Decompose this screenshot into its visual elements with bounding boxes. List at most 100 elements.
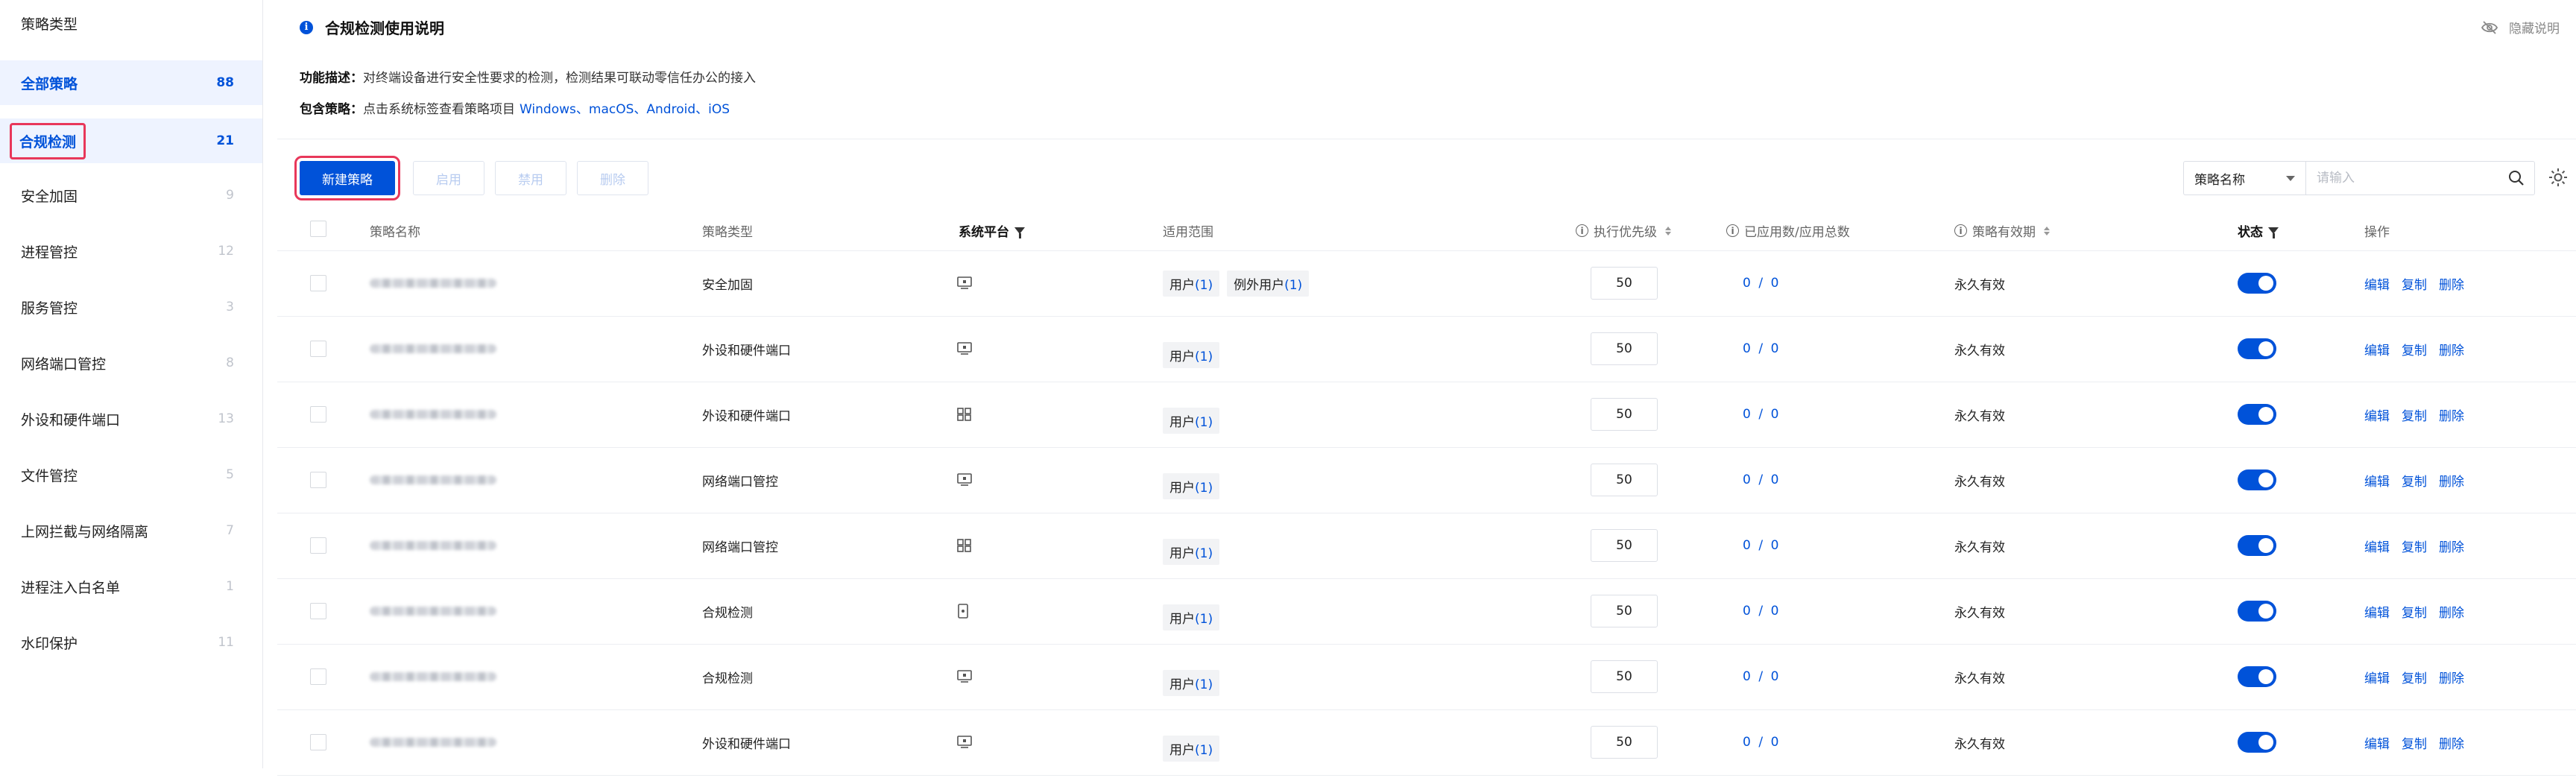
scope-user-tag[interactable]: 用户(1) bbox=[1163, 270, 1220, 297]
delete-button[interactable]: 删除 bbox=[577, 161, 648, 195]
status-toggle[interactable] bbox=[2238, 513, 2276, 578]
status-toggle[interactable] bbox=[2238, 382, 2276, 447]
edit-link[interactable]: 编辑 bbox=[2364, 405, 2390, 424]
applied-count[interactable]: 0 bbox=[1743, 341, 1751, 356]
status-toggle[interactable] bbox=[2238, 644, 2276, 709]
total-count[interactable]: 0 bbox=[1771, 341, 1779, 356]
sidebar-item[interactable]: 进程管控 12 bbox=[0, 229, 262, 273]
row-checkbox[interactable] bbox=[310, 709, 326, 775]
windows-icon[interactable] bbox=[957, 382, 972, 447]
info-circle-icon[interactable]: i bbox=[1954, 224, 1967, 237]
edit-link[interactable]: 编辑 bbox=[2364, 668, 2390, 686]
info-circle-icon[interactable]: i bbox=[1726, 224, 1739, 237]
total-count[interactable]: 0 bbox=[1771, 407, 1779, 422]
col-status[interactable]: 状态 bbox=[2238, 221, 2279, 240]
priority-field[interactable]: 50 bbox=[1591, 644, 1658, 709]
copy-link[interactable]: 复制 bbox=[2402, 405, 2427, 424]
copy-link[interactable]: 复制 bbox=[2402, 668, 2427, 686]
scope-user-tag[interactable]: 用户(1) bbox=[1163, 735, 1220, 762]
table-row[interactable]: 网络端口管控 用户(1) 50 0/0 永久有效 编辑 复制 删除 bbox=[277, 447, 2576, 513]
priority-field[interactable]: 50 bbox=[1591, 316, 1658, 382]
scope-user-tag[interactable]: 用户(1) bbox=[1163, 341, 1220, 368]
table-row[interactable]: 合规检测 用户(1) 50 0/0 永久有效 编辑 复制 删除 bbox=[277, 578, 2576, 645]
total-count[interactable]: 0 bbox=[1771, 538, 1779, 553]
table-row[interactable]: 外设和硬件端口 用户(1) 50 0/0 永久有效 编辑 复制 删除 bbox=[277, 316, 2576, 382]
scope-exception-tag[interactable]: 例外用户(1) bbox=[1227, 270, 1310, 297]
toggle-switch[interactable] bbox=[2238, 338, 2276, 359]
copy-link[interactable]: 复制 bbox=[2402, 274, 2427, 293]
applied-count[interactable]: 0 bbox=[1743, 735, 1751, 750]
applied-ratio[interactable]: 0/0 bbox=[1743, 447, 1779, 513]
filter-icon[interactable] bbox=[1014, 227, 1025, 238]
priority-field[interactable]: 50 bbox=[1591, 709, 1658, 775]
priority-field[interactable]: 50 bbox=[1591, 578, 1658, 644]
delete-link[interactable]: 删除 bbox=[2439, 602, 2464, 621]
toggle-switch[interactable] bbox=[2238, 469, 2276, 490]
row-checkbox[interactable] bbox=[310, 382, 326, 447]
sidebar-item[interactable]: 网络端口管控 8 bbox=[0, 341, 262, 385]
info-circle-icon[interactable]: i bbox=[1576, 224, 1588, 237]
priority-field[interactable]: 50 bbox=[1591, 513, 1658, 578]
scope-user-tag[interactable]: 用户(1) bbox=[1163, 407, 1220, 434]
applied-count[interactable]: 0 bbox=[1743, 472, 1751, 487]
policy-name[interactable] bbox=[370, 250, 496, 316]
policy-name[interactable] bbox=[370, 578, 496, 644]
applied-ratio[interactable]: 0/0 bbox=[1743, 382, 1779, 447]
total-count[interactable]: 0 bbox=[1771, 604, 1779, 619]
policy-name[interactable] bbox=[370, 382, 496, 447]
scope-user-tag[interactable]: 用户(1) bbox=[1163, 538, 1220, 565]
total-count[interactable]: 0 bbox=[1771, 472, 1779, 487]
policy-name[interactable] bbox=[370, 316, 496, 382]
col-validity[interactable]: i 策略有效期 bbox=[1954, 221, 2050, 240]
priority-field[interactable]: 50 bbox=[1591, 382, 1658, 447]
sidebar-item[interactable]: 全部策略 88 bbox=[0, 60, 262, 105]
status-toggle[interactable] bbox=[2238, 578, 2276, 644]
priority-value[interactable]: 50 bbox=[1591, 595, 1658, 627]
toggle-switch[interactable] bbox=[2238, 273, 2276, 294]
status-toggle[interactable] bbox=[2238, 447, 2276, 513]
table-row[interactable]: 安全加固 用户(1) 例外用户(1) 50 0/0 永久有效 编辑 复制 删除 bbox=[277, 250, 2576, 317]
applied-ratio[interactable]: 0/0 bbox=[1743, 513, 1779, 578]
status-toggle[interactable] bbox=[2238, 316, 2276, 382]
monitor-icon[interactable] bbox=[957, 644, 972, 709]
sidebar-item[interactable]: 文件管控 5 bbox=[0, 452, 262, 497]
priority-value[interactable]: 50 bbox=[1591, 726, 1658, 759]
copy-link[interactable]: 复制 bbox=[2402, 537, 2427, 555]
applied-ratio[interactable]: 0/0 bbox=[1743, 250, 1779, 316]
edit-link[interactable]: 编辑 bbox=[2364, 537, 2390, 555]
row-checkbox[interactable] bbox=[310, 513, 326, 578]
policy-name[interactable] bbox=[370, 513, 496, 578]
scope-user-tag[interactable]: 用户(1) bbox=[1163, 604, 1220, 630]
toggle-switch[interactable] bbox=[2238, 601, 2276, 622]
sidebar-item[interactable]: 水印保护 11 bbox=[0, 620, 262, 665]
filter-icon[interactable] bbox=[2268, 227, 2279, 238]
toggle-switch[interactable] bbox=[2238, 666, 2276, 687]
disable-button[interactable]: 禁用 bbox=[495, 161, 566, 195]
col-priority[interactable]: i 执行优先级 bbox=[1576, 221, 1671, 240]
edit-link[interactable]: 编辑 bbox=[2364, 274, 2390, 293]
monitor-icon[interactable] bbox=[957, 709, 972, 775]
sort-icon[interactable] bbox=[2044, 226, 2050, 235]
delete-link[interactable]: 删除 bbox=[2439, 274, 2464, 293]
policy-name[interactable] bbox=[370, 447, 496, 513]
hide-tip-button[interactable]: 隐藏说明 bbox=[2481, 18, 2560, 37]
sidebar-item[interactable]: 外设和硬件端口 13 bbox=[0, 396, 262, 441]
delete-link[interactable]: 删除 bbox=[2439, 537, 2464, 555]
monitor-icon[interactable] bbox=[957, 250, 972, 316]
applied-count[interactable]: 0 bbox=[1743, 538, 1751, 553]
windows-icon[interactable] bbox=[957, 513, 972, 578]
status-toggle[interactable] bbox=[2238, 709, 2276, 775]
row-checkbox[interactable] bbox=[310, 447, 326, 513]
applied-ratio[interactable]: 0/0 bbox=[1743, 709, 1779, 775]
row-checkbox[interactable] bbox=[310, 578, 326, 644]
applied-ratio[interactable]: 0/0 bbox=[1743, 316, 1779, 382]
sidebar-item[interactable]: 进程注入白名单 1 bbox=[0, 564, 262, 609]
sidebar-item[interactable]: 合规检测 21 bbox=[0, 118, 262, 163]
edit-link[interactable]: 编辑 bbox=[2364, 471, 2390, 490]
row-checkbox[interactable] bbox=[310, 644, 326, 709]
row-checkbox[interactable] bbox=[310, 316, 326, 382]
table-row[interactable]: 外设和硬件端口 用户(1) 50 0/0 永久有效 编辑 复制 删除 bbox=[277, 382, 2576, 448]
toggle-switch[interactable] bbox=[2238, 404, 2276, 425]
applied-count[interactable]: 0 bbox=[1743, 604, 1751, 619]
copy-link[interactable]: 复制 bbox=[2402, 602, 2427, 621]
